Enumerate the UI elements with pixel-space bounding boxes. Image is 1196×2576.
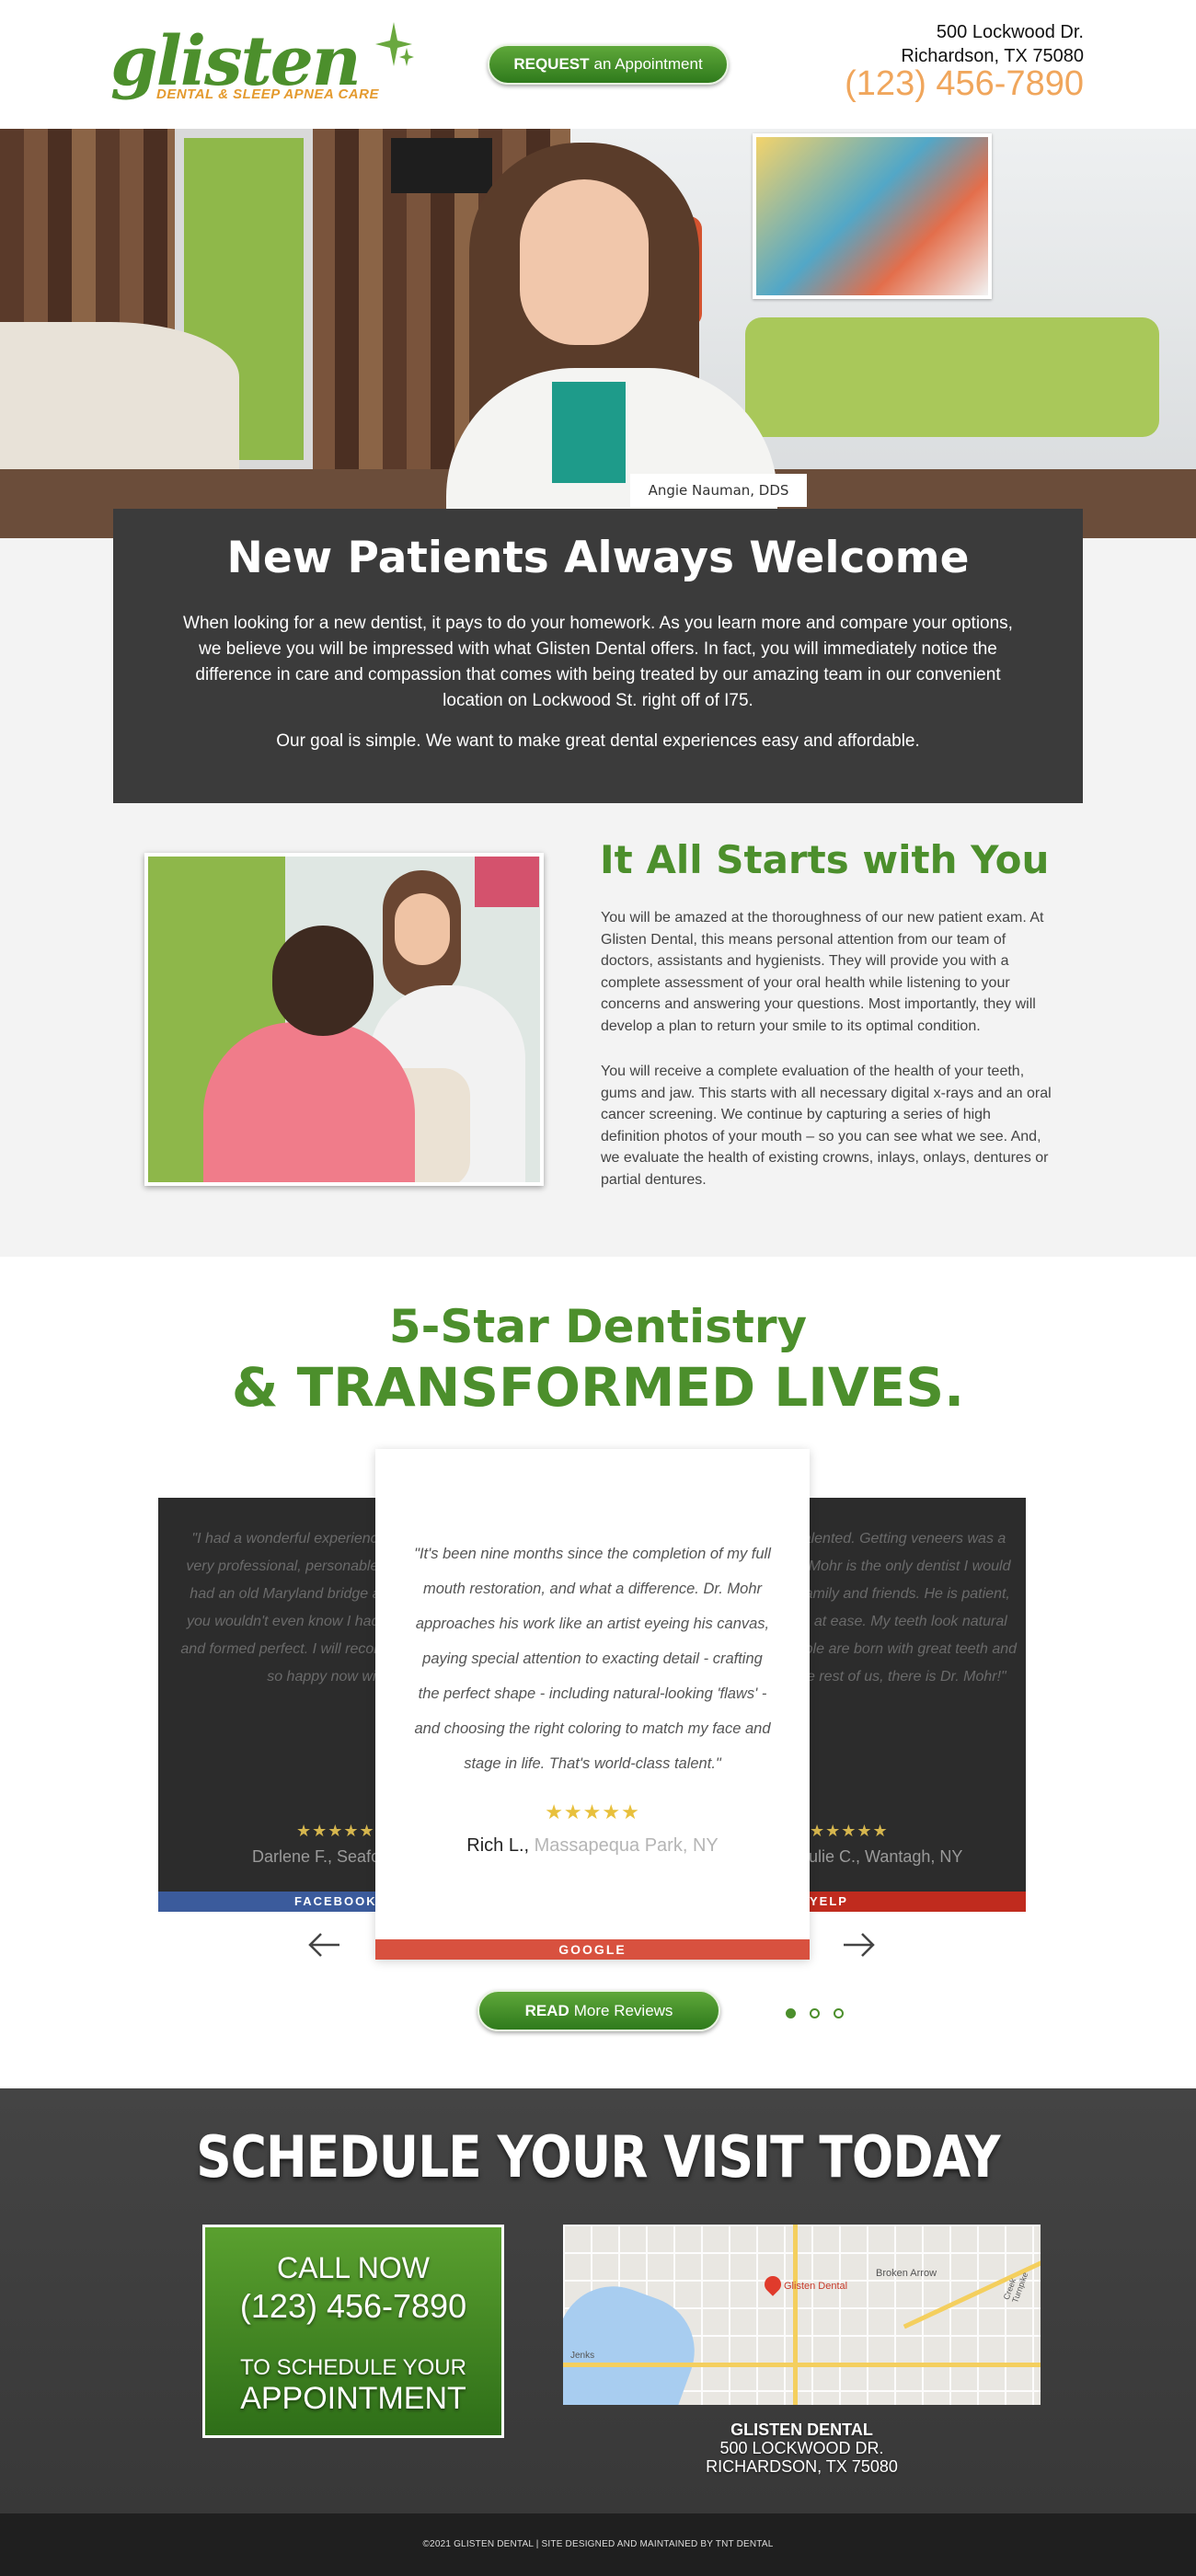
carousel-dot-2[interactable] xyxy=(810,2008,820,2018)
header-address: 500 Lockwood Dr. Richardson, TX 75080 xyxy=(901,20,1084,68)
hero-couch xyxy=(745,317,1159,437)
call-appointment-label: APPOINTMENT xyxy=(240,2381,466,2416)
carousel-dot-3[interactable] xyxy=(834,2008,844,2018)
star-rating: ★★★★★ xyxy=(810,1822,889,1840)
doctor-face xyxy=(520,179,649,345)
review-source: GOOGLE xyxy=(375,1939,810,1960)
request-button-label: an Appointment xyxy=(593,55,703,73)
address-line-1: 500 Lockwood Dr. xyxy=(936,22,1084,42)
call-schedule-label: TO SCHEDULE YOUR xyxy=(240,2355,466,2380)
starts-title: It All Starts with You xyxy=(600,837,1050,882)
photo-patient-shirt xyxy=(203,1022,415,1182)
starts-paragraph-2: You will receive a complete evaluation o… xyxy=(601,1064,1052,1188)
map-highway xyxy=(563,2363,1041,2367)
map-area-label: Broken Arrow xyxy=(876,2268,937,2279)
location-map[interactable]: Glisten Dental Broken Arrow Jenks Creek … xyxy=(563,2225,1041,2405)
starts-paragraph-1: You will be amazed at the thoroughness o… xyxy=(601,910,1044,1034)
reviews-button-label: More Reviews xyxy=(573,2001,673,2019)
practice-address-2: RICHARDSON, TX 75080 xyxy=(706,2457,898,2476)
welcome-title: New Patients Always Welcome xyxy=(226,533,970,583)
request-button-bold: REQUEST xyxy=(513,55,590,73)
hero-image xyxy=(0,129,1196,538)
welcome-panel: New Patients Always Welcome When looking… xyxy=(113,509,1083,803)
exam-photo-scene xyxy=(148,857,540,1182)
review-text: "It's been nine months since the complet… xyxy=(414,1546,771,1772)
site-header: glisten DENTAL & SLEEP APNEA CARE REQUES… xyxy=(0,0,1196,129)
site-footer: ©2021 GLISTEN DENTAL | SITE DESIGNED AND… xyxy=(0,2513,1196,2576)
star-rating: ★★★★★ xyxy=(296,1822,375,1840)
sparkle-icon xyxy=(375,22,414,66)
photo-patient-head xyxy=(272,926,374,1036)
hero-artwork xyxy=(753,133,992,299)
exam-photo xyxy=(144,853,544,1186)
map-pin-label: Glisten Dental xyxy=(784,2281,848,2292)
call-now-button[interactable]: CALL NOW (123) 456-7890 TO SCHEDULE YOUR… xyxy=(202,2225,504,2438)
practice-name: GLISTEN DENTAL xyxy=(730,2421,873,2439)
hero-tv xyxy=(391,138,492,193)
review-card-google[interactable]: "It's been nine months since the complet… xyxy=(375,1449,810,1960)
call-now-label: CALL NOW xyxy=(277,2251,430,2284)
photo-wall-frame xyxy=(475,857,539,907)
map-highway xyxy=(793,2225,798,2405)
arrow-right-icon[interactable] xyxy=(840,1926,877,1963)
welcome-paragraph: When looking for a new dentist, it pays … xyxy=(183,614,1013,710)
request-appointment-button[interactable]: REQUEST an Appointment xyxy=(488,44,729,85)
schedule-heading: SCHEDULE YOUR VISIT TODAY xyxy=(196,2123,1000,2191)
practice-address-1: 500 LOCKWOOD DR. xyxy=(719,2439,884,2457)
reviews-heading-1: 5-Star Dentistry xyxy=(388,1300,808,1353)
read-more-reviews-button[interactable]: READ More Reviews xyxy=(477,1990,720,2031)
doctor-caption: Angie Nauman, DDS xyxy=(630,474,807,507)
doctor-shirt xyxy=(552,382,626,483)
welcome-goal: Our goal is simple. We want to make grea… xyxy=(276,731,920,751)
reviewer-name-text: Rich L., xyxy=(466,1835,530,1856)
reviews-heading-2: & TRANSFORMED LIVES. xyxy=(231,1356,965,1419)
photo-dentist-face xyxy=(395,893,450,965)
review-source: FACEBOOK xyxy=(294,1894,377,1908)
reviews-button-bold: READ xyxy=(524,2001,569,2019)
reviewer-name: Julie C., Wantagh, NY xyxy=(800,1847,963,1866)
arrow-left-icon[interactable] xyxy=(306,1926,343,1963)
header-phone-link[interactable]: (123) 456-7890 xyxy=(845,64,1084,104)
carousel-dot-1[interactable] xyxy=(786,2008,796,2018)
star-rating: ★★★★★ xyxy=(545,1800,640,1823)
review-source: YELP xyxy=(810,1894,848,1908)
reviewer-name: Rich L., Massapequa Park, NY xyxy=(375,1835,810,1857)
call-now-phone: (123) 456-7890 xyxy=(239,2287,467,2325)
map-area-label: Jenks xyxy=(570,2351,595,2361)
reviewer-location: Massapequa Park, NY xyxy=(534,1835,719,1856)
site-logo[interactable]: glisten DENTAL & SLEEP APNEA CARE xyxy=(110,20,414,112)
footer-address: GLISTEN DENTAL 500 LOCKWOOD DR. RICHARDS… xyxy=(563,2421,1041,2476)
logo-tagline: DENTAL & SLEEP APNEA CARE xyxy=(156,86,379,102)
